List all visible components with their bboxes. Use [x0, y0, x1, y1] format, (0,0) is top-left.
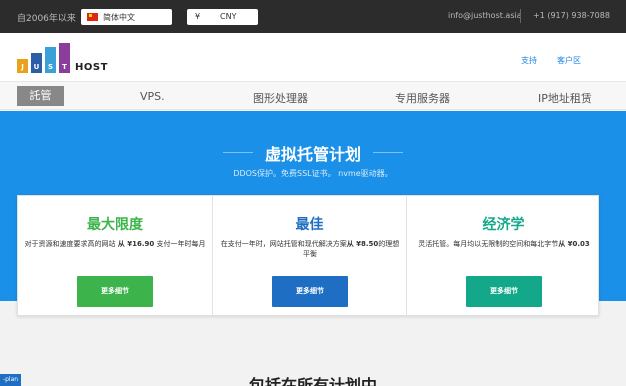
email-link[interactable]: info@justhost.asia: [448, 11, 522, 20]
currency-symbol: ¥: [195, 12, 201, 21]
plan-card-economy: 经济学 灵活托管。每月均以无限制的空间和每北字节从 ¥0.03 更多细节: [406, 196, 600, 317]
logo[interactable]: J U S T HOST: [17, 43, 117, 73]
plan-description: 灵活托管。每月均以无限制的空间和每北字节从 ¥0.03: [418, 240, 590, 248]
china-flag-icon: [87, 13, 98, 21]
more-details-button[interactable]: 更多细节: [466, 276, 542, 307]
plan-description: 在支付一年时，网站托管和现代解决方案从 ¥8.50的理想平衡: [220, 240, 400, 258]
currency-code: CNY: [220, 12, 237, 21]
nav-item-ip-rental[interactable]: IP地址租赁: [538, 90, 592, 106]
logo-block-u: U: [31, 53, 42, 73]
client-area-link[interactable]: 客户区: [557, 55, 581, 66]
language-label: 简体中文: [103, 13, 135, 22]
logo-block-j: J: [17, 59, 28, 73]
plan-card-maximum: 最大限度 对于资源和速度要求高的网站 从 ¥16.90 支付一年时每月 更多细节: [18, 196, 212, 317]
logo-block-t: T: [59, 43, 70, 73]
logo-host-text: HOST: [75, 62, 108, 73]
phone-link[interactable]: +1 (917) 938-7088: [533, 11, 610, 20]
included-section-title: 包括在所有计划中: [248, 376, 377, 386]
hero-title: 虚拟托管计划: [264, 145, 361, 164]
language-select[interactable]: 简体中文: [81, 9, 172, 25]
title-line-right: [373, 152, 403, 153]
plan-title: 经济学: [482, 217, 525, 233]
plan-cards: 最大限度 对于资源和速度要求高的网站 从 ¥16.90 支付一年时每月 更多细节…: [17, 195, 600, 317]
site-header: J U S T HOST 支持 客户区: [0, 33, 626, 81]
since-text: 自2006年以来: [17, 14, 76, 24]
logo-block-s: S: [45, 47, 56, 73]
plan-title: 最佳: [295, 217, 324, 233]
plan-description: 对于资源和速度要求高的网站 从 ¥16.90 支付一年时每月: [24, 240, 206, 248]
hero-subtitle: DDOS保护。免费SSL证书。 nvme驱动器。: [233, 169, 393, 178]
main-nav: 託管 VPS. 图形处理器 专用服务器 IP地址租赁: [0, 81, 626, 110]
plan-tag[interactable]: -plan: [0, 374, 21, 386]
nav-item-hosting[interactable]: 託管: [17, 86, 64, 106]
nav-item-gpu[interactable]: 图形处理器: [253, 90, 308, 106]
nav-item-dedicated[interactable]: 专用服务器: [395, 90, 450, 106]
more-details-button[interactable]: 更多细节: [77, 276, 153, 307]
plan-title: 最大限度: [87, 217, 143, 233]
currency-select[interactable]: ¥ CNY: [187, 9, 258, 25]
support-link[interactable]: 支持: [521, 55, 537, 66]
nav-item-vps[interactable]: VPS.: [140, 90, 165, 103]
divider: [520, 9, 521, 23]
more-details-button[interactable]: 更多细节: [272, 276, 348, 307]
top-bar: 自2006年以来 简体中文 ¥ CNY info@justhost.asia +…: [0, 0, 626, 33]
plan-card-optimal: 最佳 在支付一年时，网站托管和现代解决方案从 ¥8.50的理想平衡 更多细节: [212, 196, 406, 317]
